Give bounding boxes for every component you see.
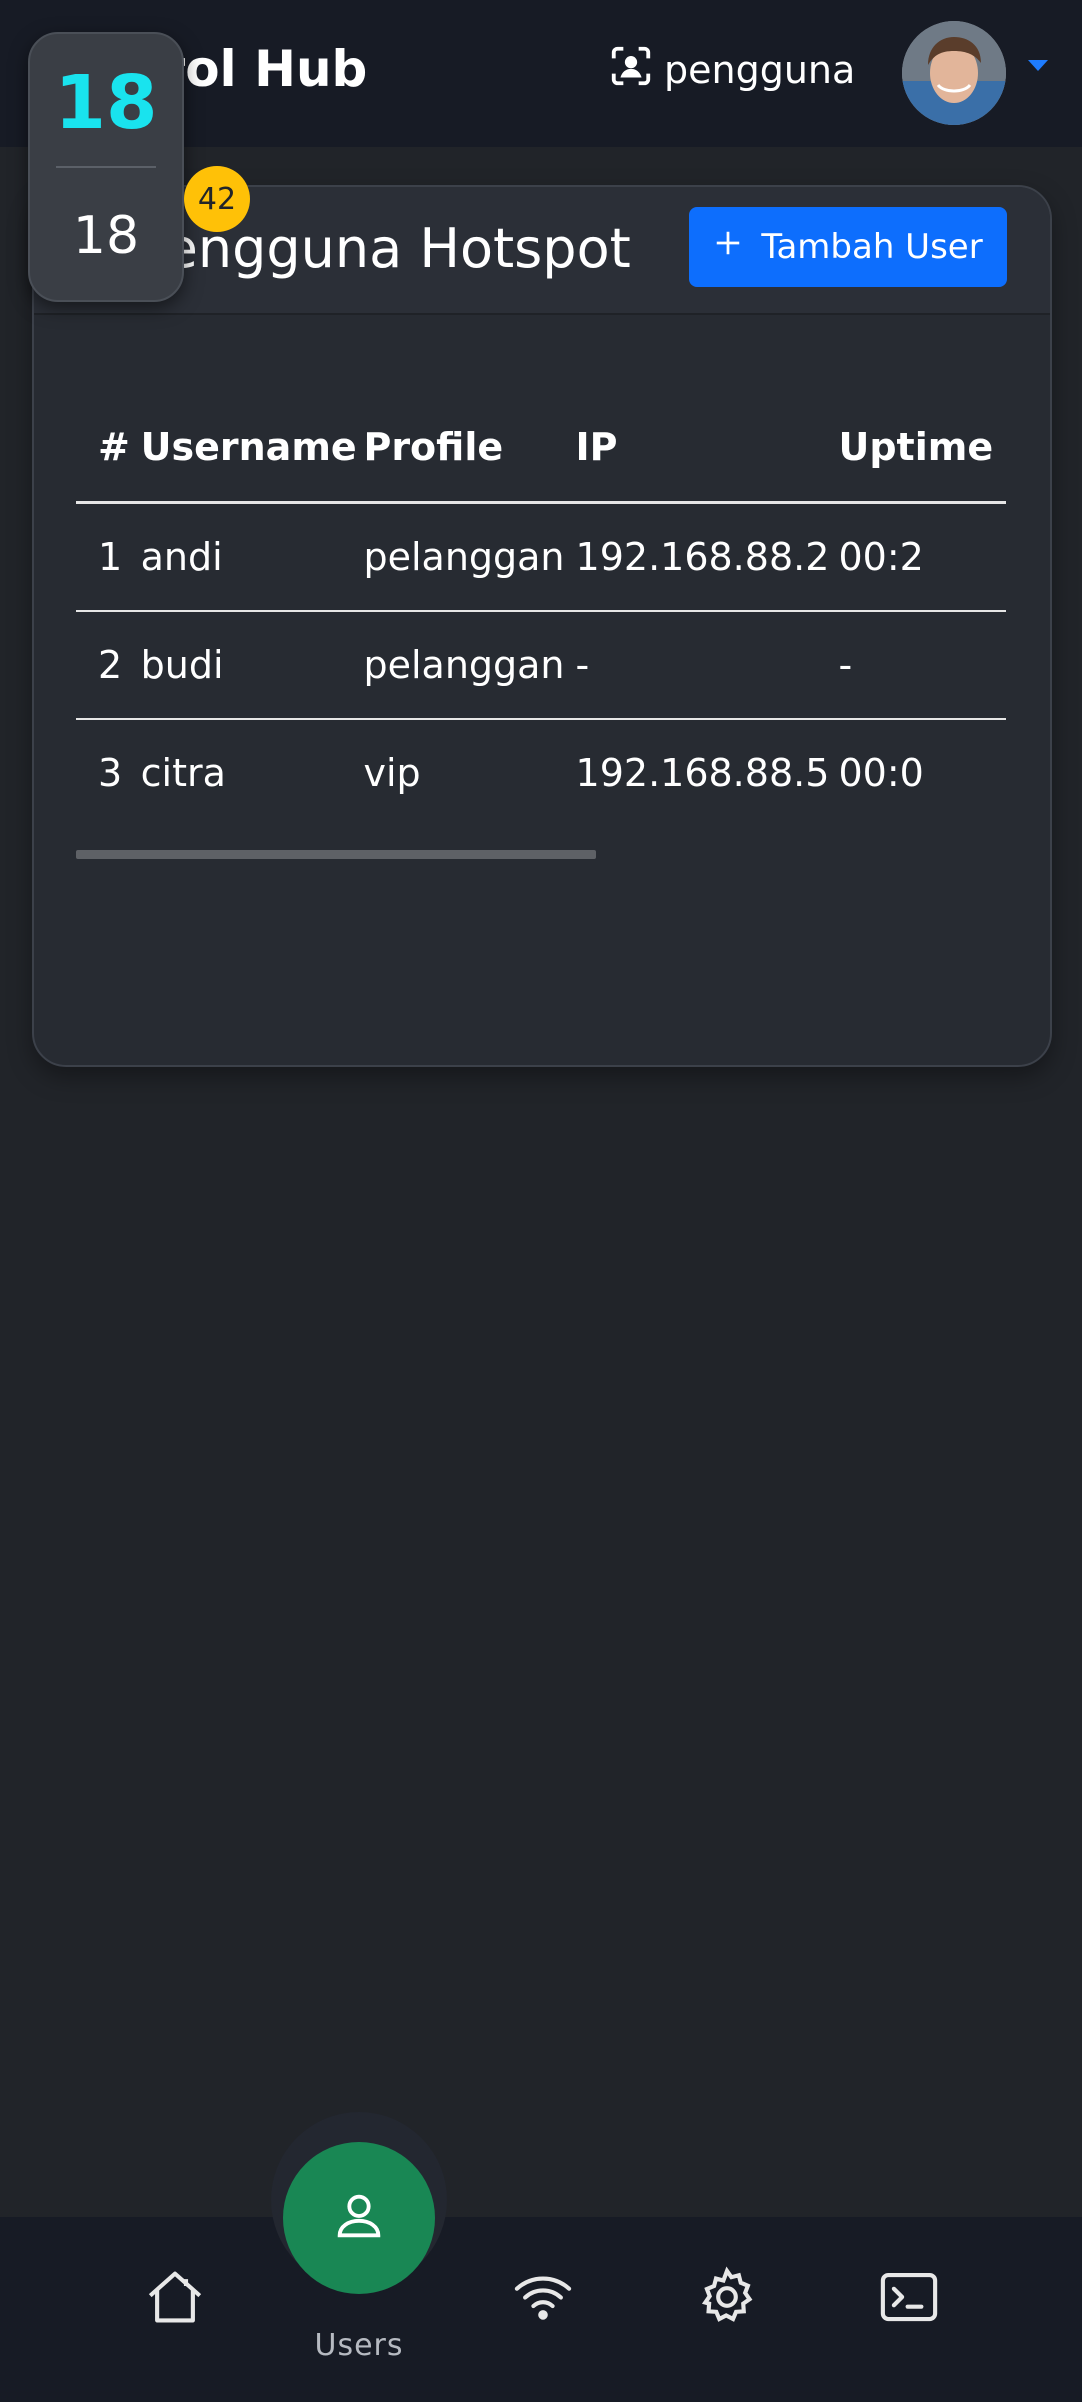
users-table: # Username Profile IP Uptime 1 andi pela… [76,393,1006,803]
column-header-username: Username [140,393,364,504]
clock-secondary: 18 [72,206,140,266]
table-cell: 3 [76,719,141,803]
user-menu-label[interactable]: pengguna [608,42,855,98]
table-cell: 2 [76,611,141,720]
home-icon [142,2264,208,2334]
nav-item-wifi[interactable] [508,2264,578,2334]
table-cell: - [575,611,839,720]
table-cell: 00:0 [838,719,1006,803]
table-cell: 00:2 [838,502,1006,612]
table-cell: pelanggan [363,502,576,612]
wifi-icon [510,2264,576,2334]
table-cell: andi [140,502,364,612]
hotspot-users-card: Pengguna Hotspot Tambah User # Username … [32,185,1052,1067]
chevron-down-icon[interactable] [1028,60,1048,71]
column-header-profile: Profile [363,393,576,504]
table-cell: - [838,611,1006,720]
notification-badge: 42 [184,166,250,232]
user-badge-icon [608,43,654,98]
nav-item-settings[interactable] [692,2264,762,2334]
table-cell: budi [140,611,364,720]
column-header-ip: IP [575,393,839,504]
nav-item-terminal[interactable] [874,2264,944,2334]
clock-divider [56,166,156,168]
column-header-number: # [76,393,141,504]
table-row[interactable]: 2 budi pelanggan - - [76,611,1006,720]
plus-icon [713,227,743,267]
add-user-label: Tambah User [761,227,983,267]
table-cell: pelanggan [363,611,576,720]
user-icon [330,2187,388,2249]
column-header-uptime: Uptime [838,393,1006,504]
table-cell: 192.168.88.2 [575,502,839,612]
table-row[interactable]: 1 andi pelanggan 192.168.88.2 00:2 [76,502,1006,612]
users-table-scroll[interactable]: # Username Profile IP Uptime 1 andi pela… [76,393,1006,803]
table-cell: 1 [76,502,141,612]
user-name: pengguna [664,48,856,92]
gear-icon [694,2264,760,2334]
floating-clock-widget[interactable]: 18 18 42 [28,32,250,302]
nav-item-users[interactable] [283,2142,435,2294]
table-row[interactable]: 3 citra vip 192.168.88.5 00:0 [76,719,1006,803]
nav-item-home[interactable] [140,2264,210,2334]
horizontal-scrollbar[interactable] [76,850,596,859]
avatar[interactable] [902,21,1006,125]
add-user-button[interactable]: Tambah User [689,207,1007,287]
table-header-row: # Username Profile IP Uptime [76,393,1006,504]
table-cell: citra [140,719,364,803]
table-cell: vip [363,719,576,803]
clock-hour: 18 [54,60,158,146]
terminal-icon [876,2264,942,2334]
nav-label-users[interactable]: Users [283,2328,435,2363]
table-cell: 192.168.88.5 [575,719,839,803]
